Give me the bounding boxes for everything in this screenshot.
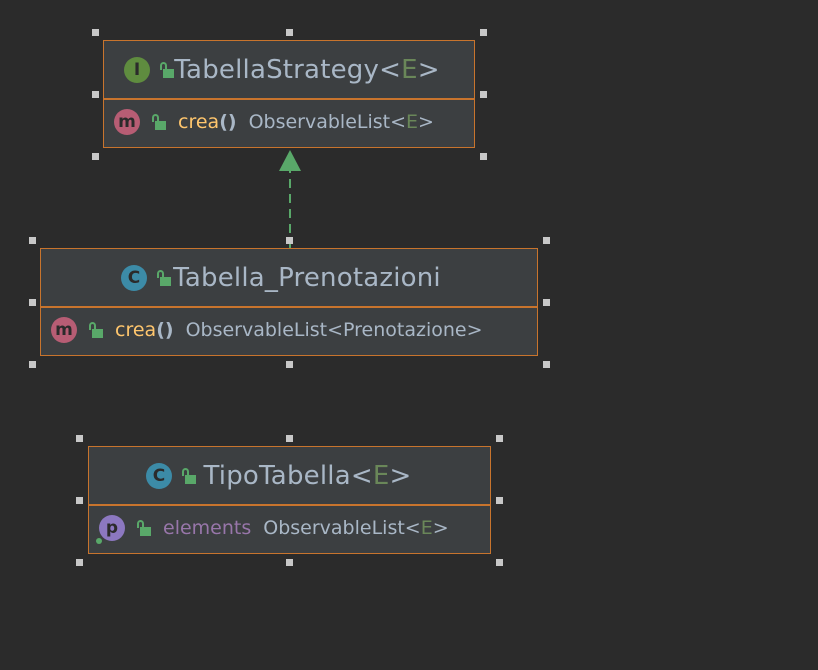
type-parameter: E xyxy=(372,460,390,491)
member-row[interactable]: m crea() ObservableList<Prenotazione> xyxy=(41,308,537,352)
method-icon: m xyxy=(51,317,77,343)
interface-icon: I xyxy=(124,56,150,83)
node-header: C TipoTabella<E> xyxy=(89,447,490,506)
public-lock-icon xyxy=(89,322,103,338)
public-lock-icon xyxy=(137,520,151,536)
type-parameter: E xyxy=(401,54,418,85)
selection-handle[interactable] xyxy=(286,29,293,36)
node-title: TabellaStrategy<E> xyxy=(174,54,440,85)
selection-handle[interactable] xyxy=(92,91,99,98)
selection-handle[interactable] xyxy=(543,299,550,306)
selection-handle[interactable] xyxy=(480,29,487,36)
public-lock-icon xyxy=(157,269,171,286)
selection-handle[interactable] xyxy=(286,435,293,442)
node-title: Tabella_Prenotazioni xyxy=(173,262,441,293)
node-name: TabellaStrategy xyxy=(174,54,380,85)
node-header: I TabellaStrategy<E> xyxy=(104,41,474,100)
member-row[interactable]: p elements ObservableList<E> xyxy=(89,506,490,550)
method-icon: m xyxy=(114,109,140,135)
interface-node-tabella-strategy[interactable]: I TabellaStrategy<E> m crea() Observable… xyxy=(103,40,475,148)
public-lock-icon xyxy=(182,467,196,484)
selection-handle[interactable] xyxy=(480,153,487,160)
selection-handle[interactable] xyxy=(29,361,36,368)
property-icon: p xyxy=(96,515,125,544)
method-name: crea xyxy=(115,319,157,341)
selection-handle[interactable] xyxy=(286,559,293,566)
selection-handle[interactable] xyxy=(286,237,293,244)
class-icon: C xyxy=(121,264,147,291)
implements-arrowhead xyxy=(279,150,301,171)
selection-handle[interactable] xyxy=(92,153,99,160)
static-dot-icon xyxy=(96,538,102,544)
field-type: ObservableList<E> xyxy=(263,517,449,539)
selection-handle[interactable] xyxy=(76,497,83,504)
node-title: TipoTabella<E> xyxy=(203,460,412,491)
selection-handle[interactable] xyxy=(92,29,99,36)
selection-handle[interactable] xyxy=(76,559,83,566)
member-row[interactable]: m crea() ObservableList<E> xyxy=(104,100,474,144)
selection-handle[interactable] xyxy=(496,497,503,504)
selection-handle[interactable] xyxy=(29,299,36,306)
return-type: ObservableList<E> xyxy=(248,111,434,133)
class-icon: C xyxy=(146,462,172,489)
selection-handle[interactable] xyxy=(496,559,503,566)
node-header: C Tabella_Prenotazioni xyxy=(41,249,537,308)
public-lock-icon xyxy=(152,114,166,130)
method-name: crea xyxy=(178,111,220,133)
class-node-tipo-tabella[interactable]: C TipoTabella<E> p elements ObservableLi… xyxy=(88,446,491,554)
field-name: elements xyxy=(163,517,252,539)
selection-handle[interactable] xyxy=(29,237,36,244)
node-name: TipoTabella xyxy=(203,460,351,491)
selection-handle[interactable] xyxy=(480,91,487,98)
selection-handle[interactable] xyxy=(543,237,550,244)
selection-handle[interactable] xyxy=(496,435,503,442)
method-parens: () xyxy=(219,111,237,133)
method-parens: () xyxy=(156,319,174,341)
selection-handle[interactable] xyxy=(286,361,293,368)
class-node-tabella-prenotazioni[interactable]: C Tabella_Prenotazioni m crea() Observab… xyxy=(40,248,538,356)
public-lock-icon xyxy=(160,61,174,78)
selection-handle[interactable] xyxy=(76,435,83,442)
return-type: ObservableList<Prenotazione> xyxy=(185,319,483,341)
selection-handle[interactable] xyxy=(543,361,550,368)
